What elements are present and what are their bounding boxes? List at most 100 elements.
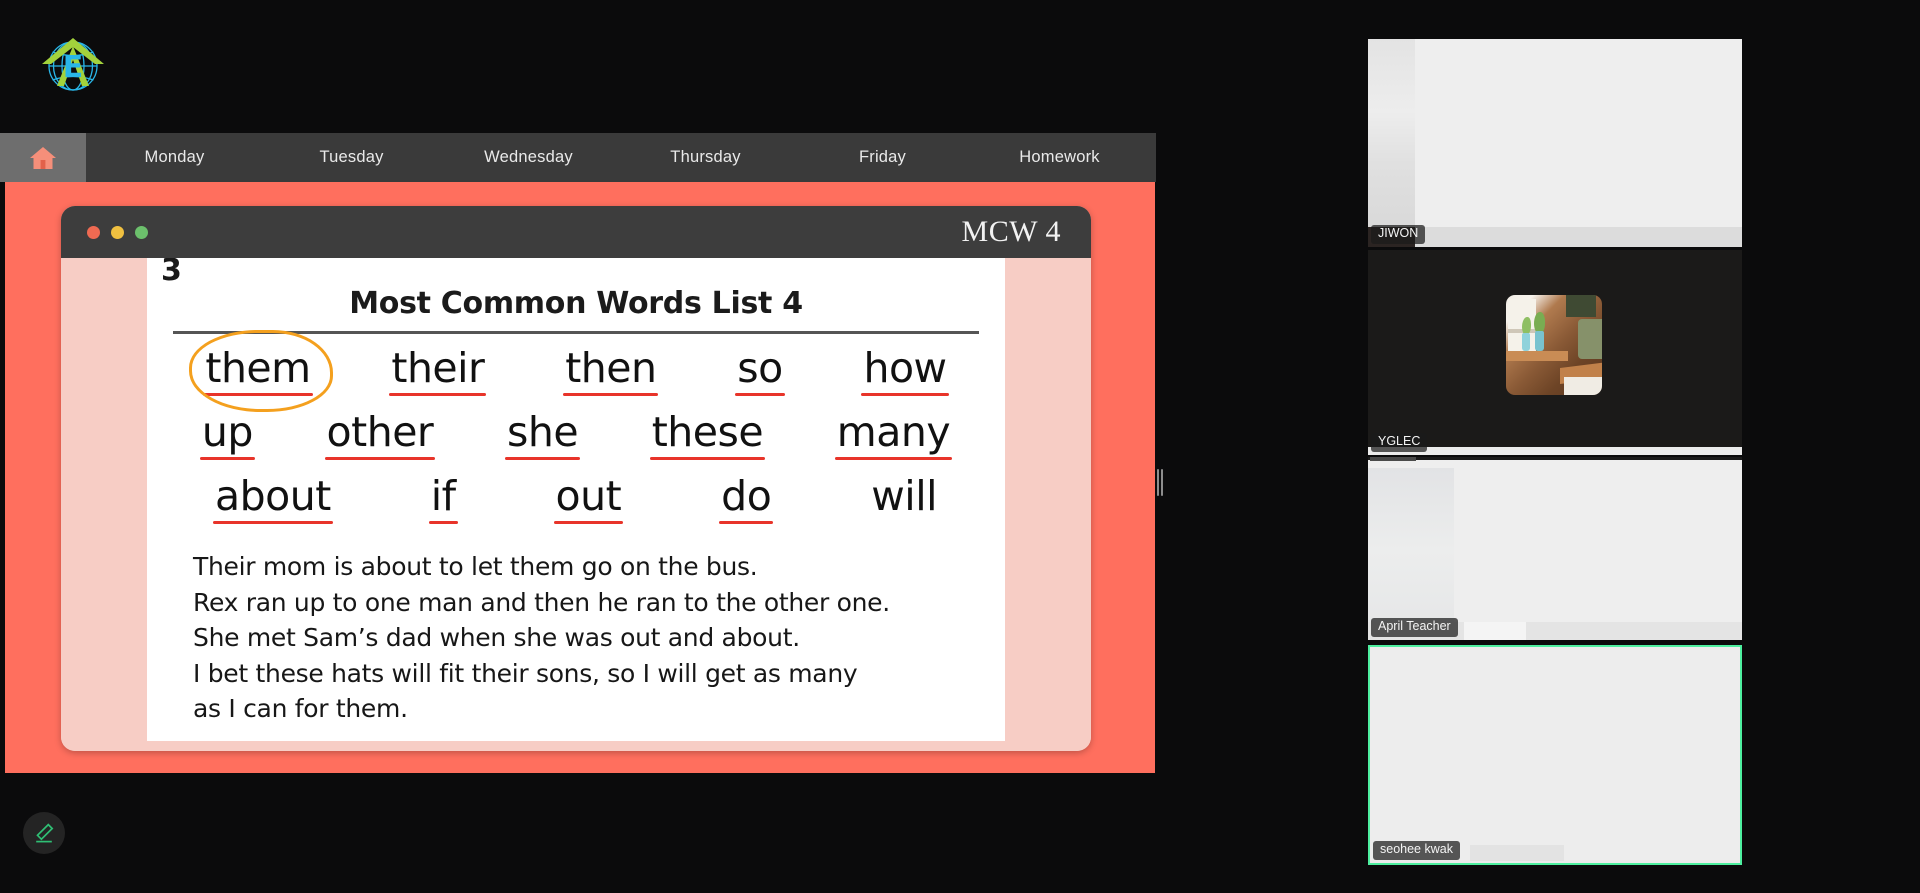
pencil-edit-icon [36, 823, 54, 843]
slide-heading: Most Common Words List 4 [349, 286, 803, 321]
word-item[interactable]: she [504, 412, 581, 462]
word-item[interactable]: will [871, 476, 937, 526]
slide-page: 3 Most Common Words List 4 them their th… [147, 258, 1005, 741]
tab-wednesday[interactable]: Wednesday [440, 133, 617, 182]
word-row: up other she these many [147, 412, 1005, 462]
slide-window-titlebar: MCW 4 [61, 206, 1091, 258]
word-underline-annotation [324, 457, 436, 460]
word-underline-annotation [199, 457, 255, 460]
slide-window: MCW 4 3 Most Common Words List 4 them th… [61, 206, 1091, 751]
tab-monday-label: Monday [144, 148, 205, 166]
participant-tile[interactable]: YGLEC [1368, 250, 1742, 455]
sentence-line: Their mom is about to let them go on the… [193, 552, 758, 581]
word-item[interactable]: about [212, 476, 333, 526]
tab-monday[interactable]: Monday [86, 133, 263, 182]
word-underline-annotation [389, 393, 487, 396]
grip-bar-icon [1157, 469, 1159, 496]
close-window-button[interactable] [87, 225, 100, 239]
word-label: then [565, 344, 657, 392]
participants-rail: JIWON YGLEC April Teacher seohee kwak [1368, 0, 1742, 893]
word-underline-annotation [649, 457, 766, 460]
day-navigation-bar: Monday Tuesday Wednesday Thursday Friday… [0, 133, 1156, 182]
participant-name: seohee kwak [1373, 841, 1460, 860]
word-label: will [871, 472, 937, 520]
video-detail [1470, 845, 1564, 861]
word-label: she [506, 408, 579, 456]
video-detail [1506, 351, 1568, 361]
word-label: about [214, 472, 331, 520]
word-item[interactable]: then [563, 348, 659, 398]
participant-video [1370, 647, 1740, 863]
participant-tile[interactable]: April Teacher [1368, 457, 1742, 640]
slide-page-number: 3 [161, 258, 182, 288]
tab-homework-label: Homework [1019, 148, 1100, 166]
sentence-line: as I can for them. [193, 694, 408, 723]
word-label: do [721, 472, 772, 520]
slide-window-title: MCW 4 [961, 215, 1061, 248]
app-root: E Monday Tuesday Wednesday Thursday Frid… [0, 0, 1920, 893]
video-detail [1464, 622, 1526, 640]
word-underline-annotation [834, 457, 953, 460]
sentence-line: She met Sam’s dad when she was out and a… [193, 623, 800, 652]
participant-video [1368, 39, 1742, 247]
lesson-content-column: Monday Tuesday Wednesday Thursday Friday… [0, 0, 1156, 893]
word-label: up [201, 408, 254, 456]
tab-thursday-label: Thursday [670, 148, 741, 166]
tab-thursday[interactable]: Thursday [617, 133, 794, 182]
word-item[interactable]: many [834, 412, 953, 462]
video-detail [1578, 319, 1602, 359]
word-underline-annotation [719, 521, 774, 524]
tab-tuesday-label: Tuesday [319, 148, 384, 166]
participant-tile[interactable]: JIWON [1368, 39, 1742, 247]
word-underline-annotation [504, 457, 581, 460]
word-item[interactable]: up [199, 412, 255, 462]
word-label: if [430, 472, 456, 520]
video-detail [1368, 457, 1742, 460]
tab-homework[interactable]: Homework [971, 133, 1148, 182]
slide-stage: MCW 4 3 Most Common Words List 4 them th… [5, 182, 1155, 773]
word-label: their [391, 344, 485, 392]
word-label: out [555, 472, 622, 520]
word-item[interactable]: if [428, 476, 458, 526]
participant-video [1506, 295, 1602, 395]
video-detail [1566, 295, 1596, 317]
participant-name: JIWON [1371, 225, 1426, 244]
tab-friday[interactable]: Friday [794, 133, 971, 182]
word-item[interactable]: other [324, 412, 436, 462]
heading-divider [173, 331, 979, 334]
edit-annotation-button[interactable] [23, 812, 65, 854]
video-detail [1368, 468, 1454, 640]
word-underline-annotation [735, 393, 785, 396]
sidebar-item-home[interactable] [0, 133, 86, 182]
word-item[interactable]: do [719, 476, 774, 526]
grip-bar-icon [1161, 469, 1163, 496]
tab-wednesday-label: Wednesday [484, 148, 573, 166]
tab-friday-label: Friday [858, 148, 907, 166]
word-underline-annotation [553, 521, 624, 524]
participant-tile-active-speaker[interactable]: seohee kwak [1368, 645, 1742, 865]
word-underline-annotation [428, 521, 458, 524]
word-item[interactable]: so [735, 348, 785, 398]
word-row: about if out do will [147, 476, 1005, 526]
word-label: how [863, 344, 947, 392]
video-detail [1370, 457, 1416, 461]
practice-sentences: Their mom is about to let them go on the… [147, 552, 1005, 724]
word-item[interactable]: out [553, 476, 624, 526]
word-label: these [651, 408, 764, 456]
word-row: them their then so how [147, 330, 1005, 412]
word-underline-annotation [212, 521, 333, 524]
sentence-line: I bet these hats will fit their sons, so… [193, 658, 858, 688]
word-label: many [836, 408, 951, 456]
tab-tuesday[interactable]: Tuesday [263, 133, 440, 182]
video-detail [1522, 333, 1530, 351]
maximize-window-button[interactable] [135, 225, 148, 239]
panel-resize-handle[interactable] [1157, 469, 1165, 496]
word-item[interactable]: their [389, 348, 487, 398]
word-item[interactable]: these [649, 412, 766, 462]
word-item[interactable]: them [189, 330, 333, 412]
sentence-line: Rex ran up to one man and then he ran to… [193, 587, 890, 617]
video-detail [1564, 377, 1602, 395]
word-item[interactable]: how [861, 348, 949, 398]
word-label: so [737, 344, 783, 392]
minimize-window-button[interactable] [111, 225, 124, 239]
